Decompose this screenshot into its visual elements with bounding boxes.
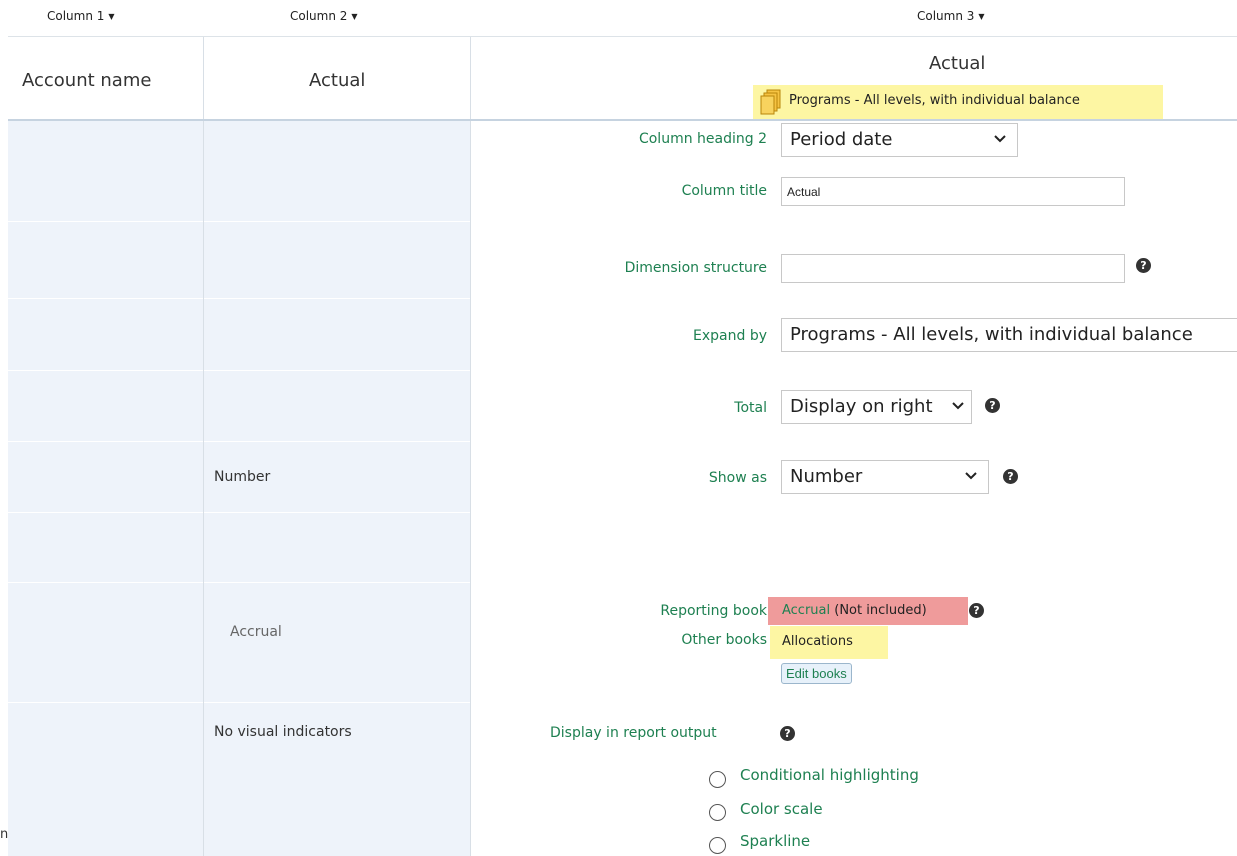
reporting-book-status: (Not included): [834, 603, 927, 618]
expand-by-select[interactable]: Programs - All levels, with individual b…: [781, 318, 1237, 352]
reporting-book-cell: Accrual: [230, 624, 282, 640]
conditional-highlighting-label: Conditional highlighting: [740, 766, 919, 784]
header-bottom-divider: [8, 119, 1237, 121]
help-icon[interactable]: ?: [1003, 469, 1018, 484]
header-top-divider: [8, 36, 1237, 37]
chevron-down-icon: [965, 472, 977, 480]
column-heading-2-select[interactable]: Period date: [781, 123, 1018, 157]
reporting-book-label: Reporting book: [660, 603, 767, 619]
row-divider: [8, 702, 470, 703]
column-3-menu-label: Column 3: [917, 9, 975, 23]
column-3-menu[interactable]: Column 3 ▼: [917, 9, 985, 23]
show-as-select[interactable]: Number: [781, 460, 989, 494]
total-value: Display on right: [790, 396, 933, 417]
column-1-title: Account name: [22, 70, 152, 91]
column-heading-2-label: Column heading 2: [638, 131, 767, 147]
column-2-menu[interactable]: Column 2 ▼: [290, 9, 358, 23]
total-label: Total: [734, 400, 767, 416]
sparkline-label: Sparkline: [740, 832, 811, 850]
column-divider: [203, 37, 204, 856]
chevron-down-icon: [994, 135, 1006, 143]
conditional-highlighting-radio[interactable]: [709, 771, 726, 788]
row-divider: [8, 298, 470, 299]
row-divider: [8, 512, 470, 513]
expand-by-label: Expand by: [693, 328, 767, 344]
reporting-book-badge: Accrual (Not included): [768, 597, 968, 625]
help-icon[interactable]: ?: [969, 603, 984, 618]
column-title-label: Column title: [681, 183, 767, 199]
caret-down-icon: ▼: [978, 12, 985, 21]
dimension-structure-input[interactable]: [781, 254, 1125, 283]
reporting-book-value: Accrual: [782, 603, 831, 618]
show-as-value: Number: [790, 466, 863, 487]
visual-indicators-cell: No visual indicators: [214, 724, 352, 740]
help-icon[interactable]: ?: [1136, 258, 1151, 273]
color-scale-radio[interactable]: [709, 804, 726, 821]
row-divider: [8, 582, 470, 583]
column-title-input[interactable]: [781, 177, 1125, 206]
chevron-down-icon: [952, 402, 964, 410]
column-1-menu-label: Column 1: [47, 9, 105, 23]
column-heading-2-value: Period date: [790, 129, 893, 150]
expand-by-badge-text: Programs - All levels, with individual b…: [789, 93, 1080, 108]
left-columns-panel: [8, 121, 470, 856]
caret-down-icon: ▼: [108, 12, 115, 21]
sparkline-radio[interactable]: [709, 837, 726, 854]
help-icon[interactable]: ?: [780, 726, 795, 741]
row-divider: [8, 221, 470, 222]
total-select[interactable]: Display on right: [781, 390, 972, 424]
color-scale-label: Color scale: [740, 800, 823, 818]
expand-by-value: Programs - All levels, with individual b…: [790, 324, 1193, 345]
show-as-label: Show as: [708, 470, 767, 486]
row-divider: [8, 441, 470, 442]
caret-down-icon: ▼: [351, 12, 358, 21]
display-output-label: Display in report output: [550, 725, 717, 741]
show-as-cell: Number: [214, 469, 271, 485]
column-2-title: Actual: [309, 70, 366, 91]
dimension-structure-label: Dimension structure: [624, 260, 767, 276]
column-3-title: Actual: [929, 53, 986, 74]
help-icon[interactable]: ?: [985, 398, 1000, 413]
edge-text-fragment: n: [0, 827, 9, 842]
stacked-pages-icon: [759, 89, 783, 115]
column-2-menu-label: Column 2: [290, 9, 348, 23]
edit-books-button[interactable]: Edit books: [781, 663, 852, 684]
column-1-menu[interactable]: Column 1 ▼: [47, 9, 115, 23]
expand-by-badge: Programs - All levels, with individual b…: [753, 85, 1163, 119]
column-divider: [470, 37, 471, 856]
other-books-label: Other books: [681, 632, 767, 648]
other-books-badge: Allocations: [770, 626, 888, 659]
row-divider: [8, 370, 470, 371]
other-books-value: Allocations: [782, 634, 853, 649]
